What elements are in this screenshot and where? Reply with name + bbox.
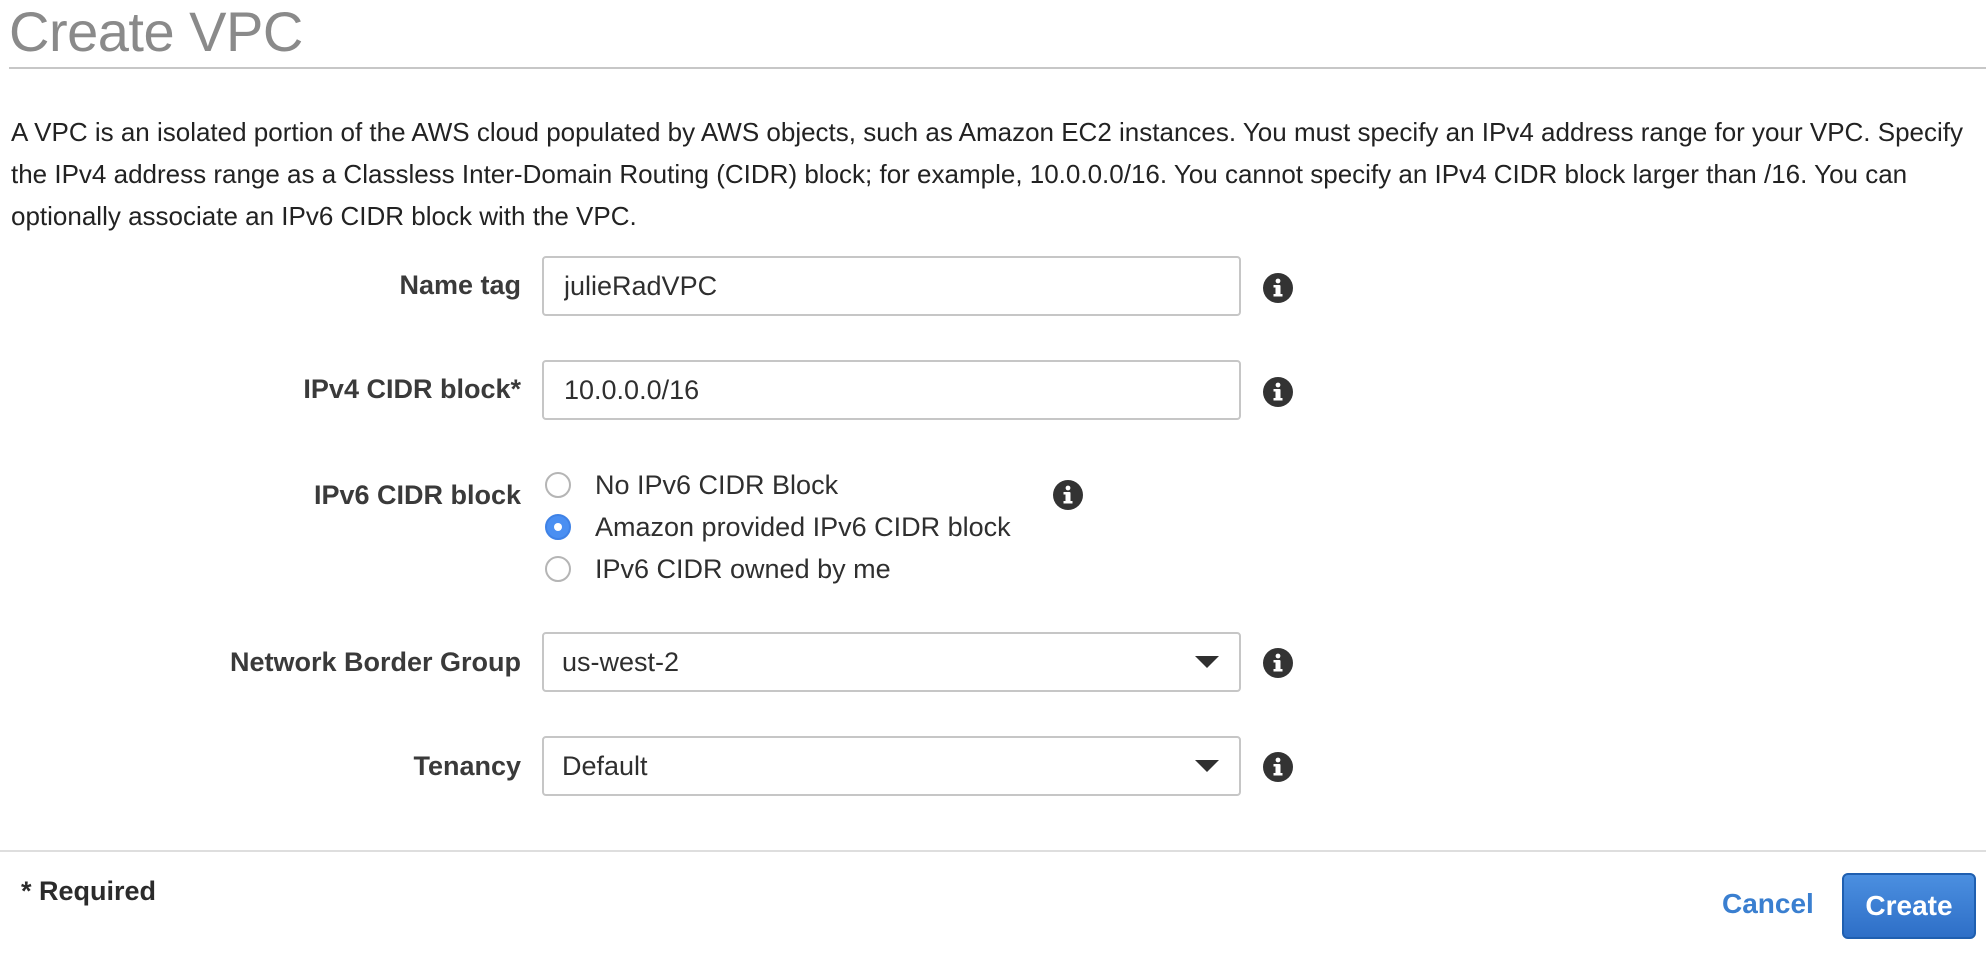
radio-option-owned-ipv6[interactable]: IPv6 CIDR owned by me xyxy=(545,548,891,590)
info-icon[interactable] xyxy=(1262,751,1294,783)
title-divider xyxy=(9,67,1986,69)
ipv6-cidr-label: IPv6 CIDR block xyxy=(313,480,521,510)
radio-button[interactable] xyxy=(545,472,571,498)
info-icon[interactable] xyxy=(1262,376,1294,408)
page-description: A VPC is an isolated portion of the AWS … xyxy=(11,117,1964,231)
network-border-group-label: Network Border Group xyxy=(229,647,521,677)
cancel-button[interactable]: Cancel xyxy=(1722,888,1814,920)
ipv4-cidr-label: IPv4 CIDR block* xyxy=(303,374,521,404)
name-tag-label: Name tag xyxy=(399,270,521,300)
footer-divider xyxy=(0,850,1986,852)
tenancy-label: Tenancy xyxy=(413,751,521,781)
radio-label: No IPv6 CIDR Block xyxy=(595,469,839,500)
radio-button-selected[interactable] xyxy=(545,514,571,540)
name-tag-input[interactable] xyxy=(542,256,1241,316)
ipv4-cidr-input[interactable] xyxy=(542,360,1241,420)
tenancy-select[interactable]: Default xyxy=(542,736,1241,796)
radio-option-no-ipv6[interactable]: No IPv6 CIDR Block xyxy=(545,464,838,506)
radio-button[interactable] xyxy=(545,556,571,582)
select-value: Default xyxy=(562,750,648,781)
create-button[interactable]: Create xyxy=(1842,873,1976,939)
radio-label: IPv6 CIDR owned by me xyxy=(595,553,891,584)
chevron-down-icon xyxy=(1195,656,1219,668)
required-note: * Required xyxy=(21,876,157,906)
info-icon[interactable] xyxy=(1262,272,1294,304)
info-icon[interactable] xyxy=(1262,647,1294,679)
radio-label: Amazon provided IPv6 CIDR block xyxy=(595,511,1011,542)
page-title: Create VPC xyxy=(9,0,303,63)
info-icon[interactable] xyxy=(1052,479,1084,511)
radio-option-amazon-ipv6[interactable]: Amazon provided IPv6 CIDR block xyxy=(545,506,1011,548)
chevron-down-icon xyxy=(1195,760,1219,772)
network-border-group-select[interactable]: us-west-2 xyxy=(542,632,1241,692)
select-value: us-west-2 xyxy=(562,646,680,677)
